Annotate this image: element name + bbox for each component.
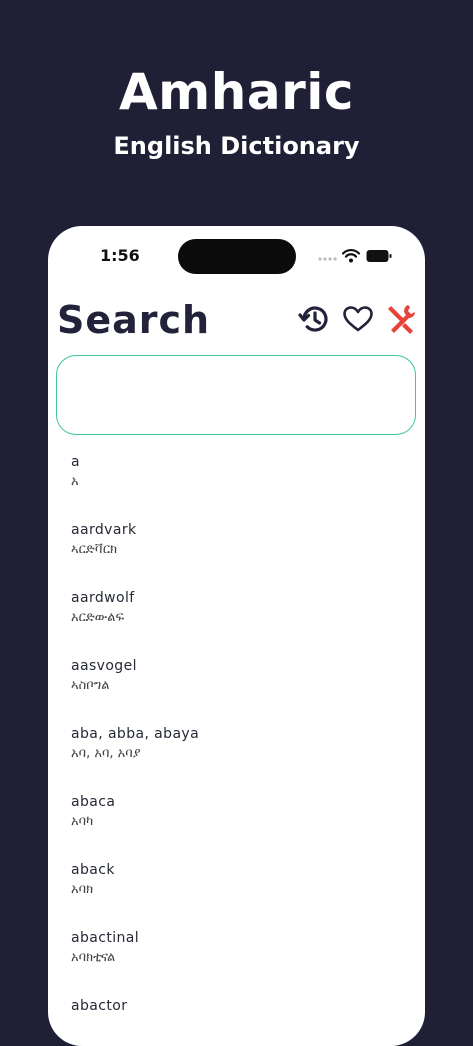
translation-text: አባክ: [71, 882, 94, 897]
hero-subtitle: English Dictionary: [113, 132, 360, 160]
list-item[interactable]: abactinal አባክቲናል: [71, 928, 411, 996]
translation-text: አርድውልፍ: [71, 610, 125, 625]
word-text: abactor: [71, 998, 128, 1014]
list-item[interactable]: aback አባክ: [71, 860, 411, 928]
translation-text: አባክቲናል: [71, 950, 116, 965]
word-text: aba, abba, abaya: [71, 726, 200, 742]
word-list: a አ aardvark ኣርድቫርክ aardwolf አርድውልፍ aasv…: [71, 452, 411, 1046]
list-item[interactable]: abaca አባካ: [71, 792, 411, 860]
list-item[interactable]: aba, abba, abaya አባ, አባ, አባያ: [71, 724, 411, 792]
word-text: abaca: [71, 794, 116, 810]
translation-text: አባካ: [71, 814, 94, 829]
history-icon: [298, 306, 328, 332]
signal-dots-icon: [318, 257, 337, 261]
wifi-icon: [342, 249, 360, 263]
word-text: aasvogel: [71, 658, 137, 674]
list-item[interactable]: abactor: [71, 996, 411, 1046]
page-title: Search: [57, 298, 211, 342]
word-text: aback: [71, 862, 115, 878]
heart-icon: [343, 306, 373, 332]
favorites-button[interactable]: [341, 302, 375, 336]
battery-icon: [366, 250, 392, 262]
history-button[interactable]: [298, 302, 332, 336]
tools-icon: [388, 305, 415, 334]
word-text: aardvark: [71, 522, 137, 538]
phone-screen: 1:56 Search a አ aardvark ኣርድቫርክ aardwolf…: [48, 226, 425, 1046]
list-item[interactable]: aardvark ኣርድቫርክ: [71, 520, 411, 588]
word-text: a: [71, 454, 80, 470]
translation-text: አ: [71, 474, 79, 489]
list-item[interactable]: aasvogel ኣስቦግል: [71, 656, 411, 724]
translation-text: ኣስቦግል: [71, 678, 110, 693]
word-text: abactinal: [71, 930, 140, 946]
hero-title: Amharic: [118, 63, 355, 121]
translation-text: አባ, አባ, አባያ: [71, 746, 141, 761]
list-item[interactable]: a አ: [71, 452, 411, 520]
tools-button[interactable]: [384, 302, 418, 336]
dynamic-island: [178, 239, 296, 274]
search-input[interactable]: [56, 355, 416, 435]
translation-text: ኣርድቫርክ: [71, 542, 118, 557]
status-time: 1:56: [100, 246, 140, 265]
word-text: aardwolf: [71, 590, 135, 606]
list-item[interactable]: aardwolf አርድውልፍ: [71, 588, 411, 656]
